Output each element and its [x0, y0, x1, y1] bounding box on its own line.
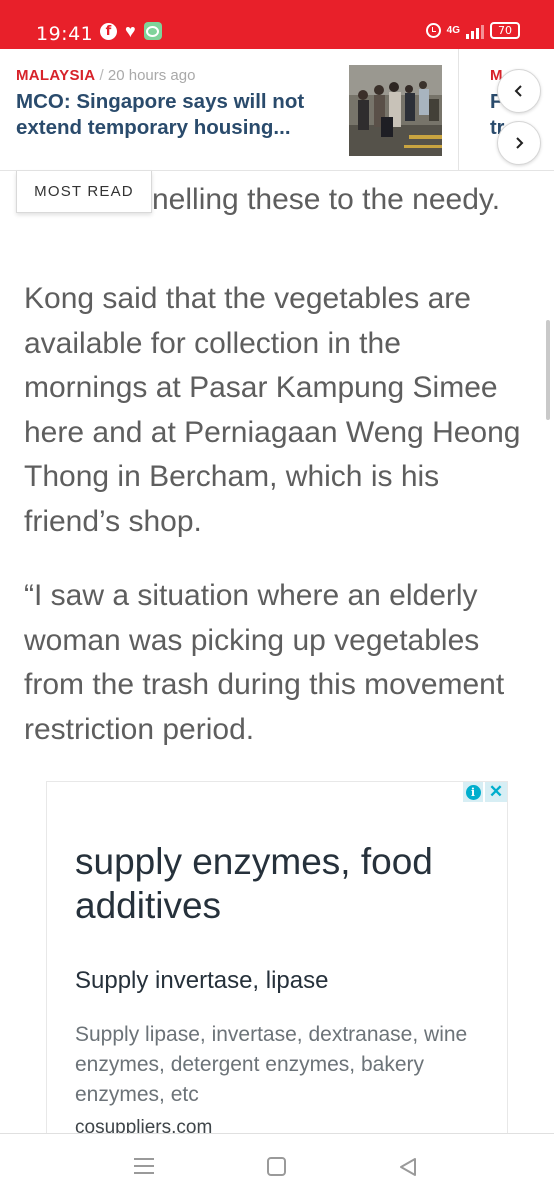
info-icon: i: [465, 784, 481, 800]
ticker-time: 20 hours ago: [107, 67, 196, 84]
system-navigation-bar: [0, 1133, 554, 1200]
ad-title[interactable]: supply enzymes, food additives: [75, 840, 485, 928]
most-read-tab[interactable]: MOST READ: [16, 171, 152, 213]
battery-icon: 70: [490, 22, 520, 39]
ad-close-button[interactable]: ✕: [485, 782, 507, 802]
status-bar: 19:41 f ♥ 4G 70: [0, 0, 554, 49]
news-ticker: MALAYSIA / 20 hours ago MCO: Singapore s…: [0, 49, 554, 171]
home-icon[interactable]: [267, 1157, 286, 1176]
network-type: 4G: [446, 24, 460, 36]
back-icon[interactable]: [397, 1156, 419, 1178]
close-icon: ✕: [488, 782, 504, 801]
ticker-divider: [458, 49, 459, 171]
page-scrollbar[interactable]: [546, 320, 550, 420]
alarm-icon: [425, 23, 441, 38]
heart-icon: ♥: [125, 20, 136, 41]
ad-description: Supply lipase, invertase, dextranase, wi…: [75, 1023, 468, 1106]
battery-level: 70: [498, 24, 512, 37]
system-icons: 4G 70: [425, 22, 520, 39]
facebook-icon: f: [100, 22, 117, 40]
ticker-prev-button[interactable]: [497, 69, 541, 113]
chevron-right-icon: [516, 137, 524, 149]
ticker-next-button[interactable]: [497, 121, 541, 165]
ad-info-button[interactable]: i: [463, 782, 483, 802]
ticker-thumbnail[interactable]: [349, 65, 442, 156]
article-paragraph: Kong said that the vegetables are availa…: [24, 282, 521, 538]
advertisement[interactable]: i ✕ supply enzymes, food additives Suppl…: [46, 781, 508, 1141]
partial-line-text: nelling these to the needy.: [152, 183, 501, 216]
ad-subtitle[interactable]: Supply invertase, lipase: [75, 967, 328, 995]
notification-icons: f ♥: [100, 22, 162, 40]
ticker-separator: /: [99, 67, 104, 84]
ad-controls: i ✕: [463, 782, 507, 802]
article-paragraph: “I saw a situation where an elderly woma…: [24, 579, 505, 746]
ticker-headline[interactable]: MCO: Singapore says will not extend temp…: [16, 89, 326, 141]
ticker-story-card[interactable]: MALAYSIA / 20 hours ago MCO: Singapore s…: [16, 67, 316, 141]
signal-icon: [466, 23, 484, 39]
ticker-meta: MALAYSIA / 20 hours ago: [16, 67, 316, 84]
chevron-left-icon: [514, 85, 522, 97]
status-time: 19:41: [36, 23, 94, 45]
chat-icon: [143, 22, 162, 40]
menu-icon[interactable]: [134, 1156, 154, 1176]
thumbnail-photo: [349, 65, 442, 156]
ticker-category[interactable]: MALAYSIA: [16, 67, 95, 84]
